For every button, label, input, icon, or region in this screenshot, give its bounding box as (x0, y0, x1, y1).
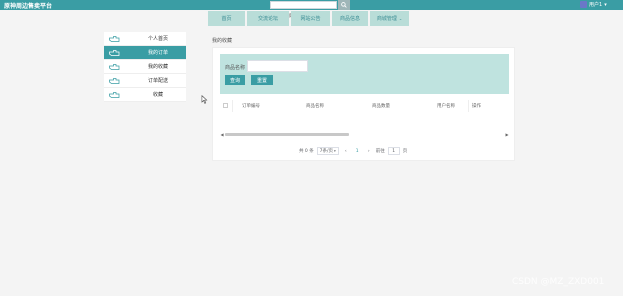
sidebar-item-profile[interactable]: 个人首页 (104, 32, 186, 46)
avatar (580, 1, 587, 8)
chevron-down-icon: ▾ (604, 1, 607, 8)
search-button[interactable] (338, 0, 350, 10)
reset-button[interactable]: 重置 (251, 75, 273, 85)
sidebar: 个人首页 我的订单 我的收藏 订单配送 收藏 (104, 32, 186, 102)
filter-label: 商品名称 (225, 65, 246, 71)
nav-item-products[interactable]: 商品信息 (332, 11, 368, 26)
column-header: 商品数量 (372, 104, 390, 109)
total-count: 共 0 条 (299, 149, 314, 154)
sidebar-item-orders[interactable]: 我的订单 (104, 46, 186, 60)
scroll-left-icon[interactable]: ◀ (220, 132, 224, 137)
user-name: 用户1 (589, 2, 603, 8)
scroll-right-icon[interactable]: ▶ (505, 132, 509, 137)
column-header: 用户名称 (437, 104, 455, 109)
column-divider (232, 100, 233, 112)
mouse-cursor-icon (201, 95, 208, 104)
hand-pointer-icon (109, 36, 120, 42)
goto-page-input[interactable]: 1 (387, 147, 400, 155)
sidebar-item-collect[interactable]: 收藏 (104, 88, 186, 102)
sidebar-item-label: 我的订单 (147, 50, 168, 56)
search-button[interactable]: 查询 (225, 75, 245, 85)
hand-pointer-icon (109, 64, 120, 70)
breadcrumb: 我的收藏 (212, 38, 233, 44)
hand-pointer-icon (109, 78, 120, 84)
page-size-select[interactable]: 7条/页 ▾ (316, 147, 339, 155)
pagination: 共 0 条 7条/页 ▾ ‹ 1 › 前往 1 页 (299, 146, 407, 156)
column-header: 订单编号 (242, 104, 260, 109)
table-header: 订单编号 商品名称 商品数量 用户名称 操作 (220, 100, 509, 112)
page-suffix: 页 (402, 149, 408, 154)
user-menu[interactable]: 用户1 ▾ (580, 1, 607, 8)
chevron-down-icon: ⌄ (398, 16, 403, 21)
current-page[interactable]: 1 (353, 147, 362, 155)
watermark: CSDN @MZ_ZXD001 (512, 277, 605, 287)
nav-item-notice[interactable]: 网站公告 (291, 11, 330, 26)
sidebar-item-label: 订单配送 (147, 78, 168, 84)
column-header: 操作 (472, 104, 481, 109)
next-page-button[interactable]: › (365, 147, 373, 155)
filter-panel: 商品名称 查询 重置 (220, 54, 509, 94)
select-all-checkbox[interactable] (223, 103, 228, 108)
nav-item-mall-label: 商城管理 (376, 16, 397, 22)
chevron-down-icon: ▾ (334, 149, 336, 153)
nav-item-forum[interactable]: 交流论坛 (247, 11, 289, 26)
sidebar-item-label: 我的收藏 (147, 64, 168, 70)
page-size-value: 7条/页 (319, 149, 334, 154)
horizontal-scrollbar[interactable]: ◀ ▶ (220, 132, 509, 137)
nav-item-home[interactable]: 首页 (208, 11, 245, 26)
scrollbar-thumb[interactable] (225, 133, 349, 136)
prev-page-button[interactable]: ‹ (342, 147, 350, 155)
search-box[interactable] (270, 1, 337, 19)
hand-pointer-icon (109, 92, 120, 98)
sidebar-item-delivery[interactable]: 订单配送 (104, 74, 186, 88)
site-title: 原神周边售卖平台 (4, 3, 53, 10)
nav-item-mall[interactable]: 商城管理 ⌄ (370, 11, 409, 26)
data-table: 订单编号 商品名称 商品数量 用户名称 操作 ◀ ▶ (220, 94, 509, 140)
column-divider (468, 100, 469, 112)
column-header: 商品名称 (306, 104, 324, 109)
sidebar-item-label: 个人首页 (147, 36, 168, 42)
product-name-input[interactable] (247, 60, 308, 72)
search-icon (341, 2, 347, 8)
sidebar-item-favorites[interactable]: 我的收藏 (104, 60, 186, 74)
main-nav: 首页 交流论坛 网站公告 商品信息 商城管理 ⌄ (208, 11, 409, 26)
sidebar-item-label: 收藏 (152, 92, 163, 98)
content-card: 商品名称 查询 重置 订单编号 商品名称 商品数量 用户名称 操作 ◀ ▶ 共 … (212, 47, 515, 161)
goto-label: 前往 (375, 149, 385, 154)
hand-pointer-icon (109, 50, 120, 56)
